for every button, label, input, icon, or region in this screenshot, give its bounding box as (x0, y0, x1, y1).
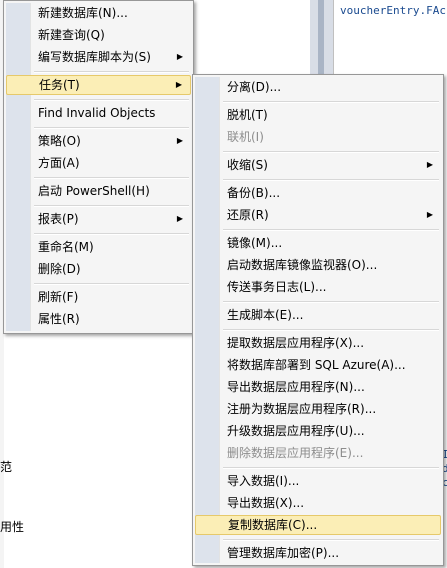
menu-separator (223, 151, 439, 153)
editor-scrollbar[interactable] (318, 0, 324, 80)
menu-separator (223, 329, 439, 331)
menu-item-policies[interactable]: 策略(O) ▶ (6, 131, 191, 151)
menu-separator (34, 205, 189, 207)
menu-item-reports[interactable]: 报表(P) ▶ (6, 209, 191, 229)
menu-item-mirror[interactable]: 镜像(M)... (195, 233, 441, 253)
menu-item-new-database[interactable]: 新建数据库(N)... (6, 3, 191, 23)
tasks-submenu: 分离(D)... 脱机(T) 联机(I) 收缩(S) ▶ 备份(B)... 还原(… (192, 74, 444, 566)
menu-item-rename[interactable]: 重命名(M) (6, 237, 191, 257)
submenu-arrow-icon: ▶ (426, 210, 433, 219)
background-text-fragment: 范 (0, 460, 13, 474)
menu-separator (223, 539, 439, 541)
menu-separator (223, 101, 439, 103)
menu-separator (223, 179, 439, 181)
menu-item-ship-transaction-logs[interactable]: 传送事务日志(L)... (195, 277, 441, 297)
menu-item-export-data[interactable]: 导出数据(X)... (195, 493, 441, 513)
menu-item-refresh[interactable]: 刷新(F) (6, 287, 191, 307)
menu-separator (34, 233, 189, 235)
submenu-arrow-icon: ▶ (176, 136, 183, 145)
menu-item-export-data-tier-app[interactable]: 导出数据层应用程序(N)... (195, 377, 441, 397)
submenu-arrow-icon: ▶ (426, 160, 433, 169)
menu-item-copy-database[interactable]: 复制数据库(C)... (195, 515, 441, 535)
menu-separator (223, 229, 439, 231)
menu-item-delete-data-tier-app[interactable]: 删除数据层应用程序(E)... (195, 443, 441, 463)
menu-item-new-query[interactable]: 新建查询(Q) (6, 25, 191, 45)
submenu-arrow-icon: ▶ (176, 214, 183, 223)
menu-item-launch-mirroring-monitor[interactable]: 启动数据库镜像监视器(O)... (195, 255, 441, 275)
menu-item-delete[interactable]: 删除(D) (6, 259, 191, 279)
menu-item-restore[interactable]: 还原(R) ▶ (195, 205, 441, 225)
background-text-fragment: 用性 (0, 520, 25, 534)
menu-item-register-data-tier-app[interactable]: 注册为数据层应用程序(R)... (195, 399, 441, 419)
menu-item-bring-online[interactable]: 联机(I) (195, 127, 441, 147)
submenu-arrow-icon: ▶ (176, 52, 183, 61)
menu-item-import-data[interactable]: 导入数据(I)... (195, 471, 441, 491)
menu-separator (223, 301, 439, 303)
menu-item-properties[interactable]: 属性(R) (6, 309, 191, 329)
menu-item-upgrade-data-tier-app[interactable]: 升级数据层应用程序(U)... (195, 421, 441, 441)
menu-item-take-offline[interactable]: 脱机(T) (195, 105, 441, 125)
submenu-arrow-icon: ▶ (175, 80, 182, 89)
menu-item-backup[interactable]: 备份(B)... (195, 183, 441, 203)
menu-item-deploy-to-sql-azure[interactable]: 将数据库部署到 SQL Azure(A)... (195, 355, 441, 375)
database-context-menu: 新建数据库(N)... 新建查询(Q) 编写数据库脚本为(S) ▶ 任务(T) ▶ … (3, 0, 194, 334)
menu-item-find-invalid-objects[interactable]: Find Invalid Objects (6, 103, 191, 123)
menu-item-facets[interactable]: 方面(A) (6, 153, 191, 173)
menu-item-start-powershell[interactable]: 启动 PowerShell(H) (6, 181, 191, 201)
menu-item-manage-database-encryption[interactable]: 管理数据库加密(P)... (195, 543, 441, 563)
menu-item-detach[interactable]: 分离(D)... (195, 77, 441, 97)
menu-separator (34, 99, 189, 101)
code-line: voucherEntry.FAc (340, 4, 446, 17)
menu-separator (34, 127, 189, 129)
menu-item-shrink[interactable]: 收缩(S) ▶ (195, 155, 441, 175)
menu-item-tasks[interactable]: 任务(T) ▶ (6, 75, 191, 95)
menu-separator (34, 71, 189, 73)
menu-separator (223, 467, 439, 469)
menu-item-extract-data-tier-app[interactable]: 提取数据层应用程序(X)... (195, 333, 441, 353)
menu-separator (34, 283, 189, 285)
menu-item-script-database-as[interactable]: 编写数据库脚本为(S) ▶ (6, 47, 191, 67)
menu-item-generate-scripts[interactable]: 生成脚本(E)... (195, 305, 441, 325)
menu-separator (34, 177, 189, 179)
